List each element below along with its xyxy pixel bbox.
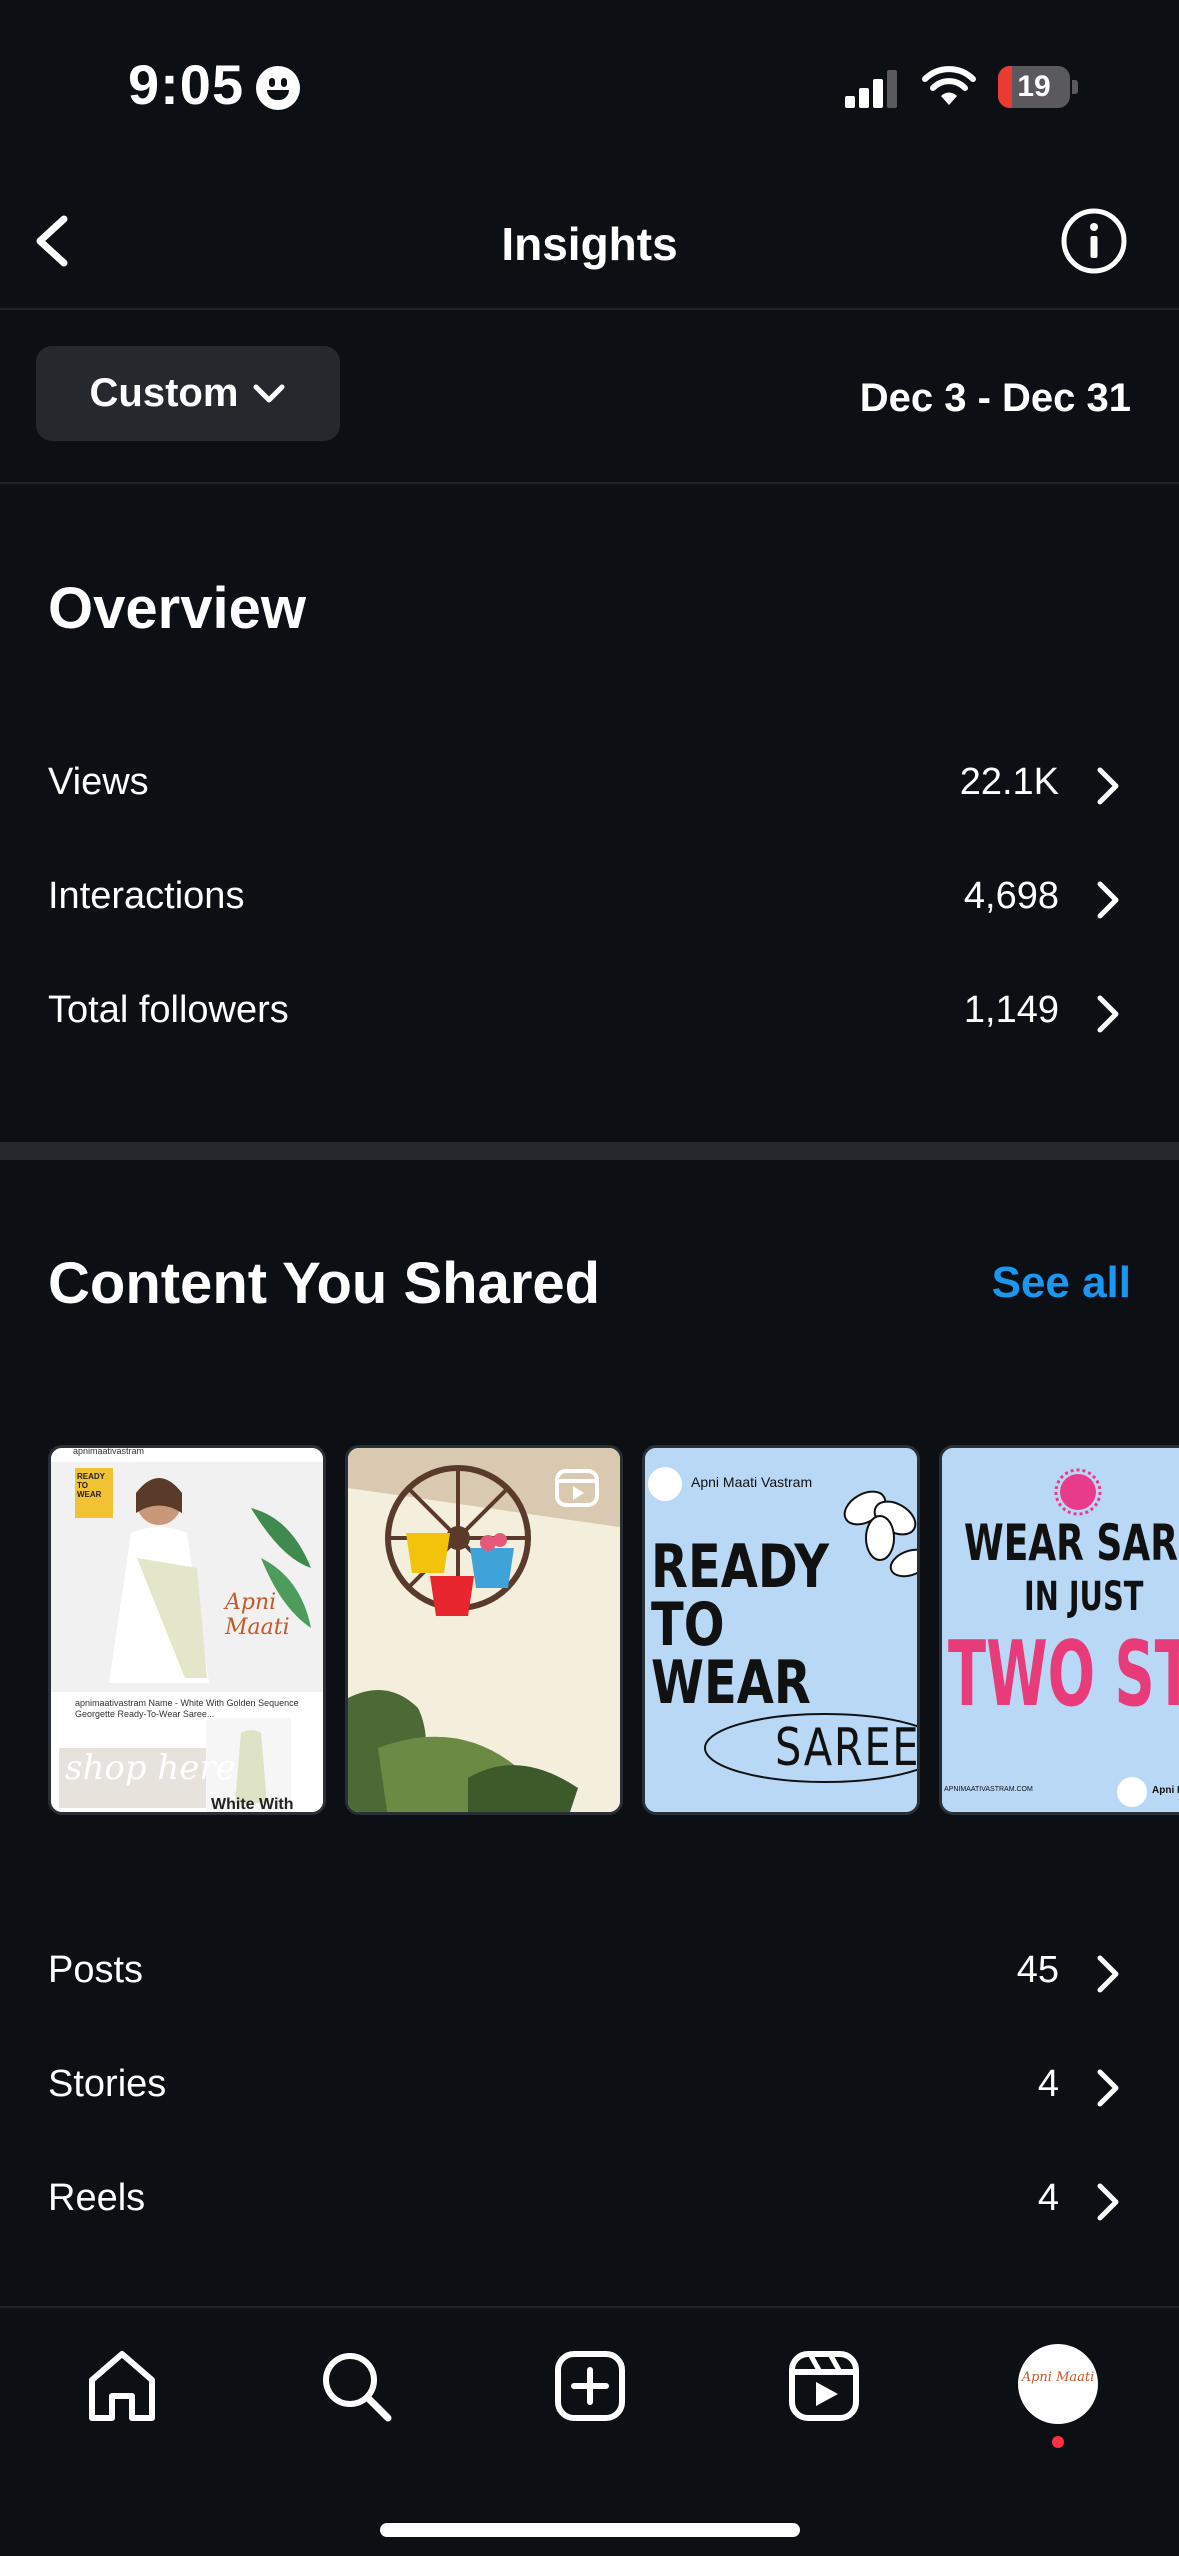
brand-logo-text: Apni Maati bbox=[225, 1590, 290, 1640]
chevron-right-icon bbox=[1097, 767, 1119, 805]
content-thumbnail-3[interactable]: Apni Maati Vastram READY TO WEAR SAREE bbox=[642, 1445, 920, 1815]
avatar-logo-text: Apni Maati bbox=[1021, 2370, 1095, 2385]
thumbnail-caption: apnimaativastram Name - White With Golde… bbox=[75, 1698, 299, 1719]
overview-row-views[interactable]: Views 22.1K bbox=[0, 735, 1179, 835]
smiley-icon bbox=[256, 66, 300, 110]
chevron-right-icon bbox=[1097, 881, 1119, 919]
see-all-link[interactable]: See all bbox=[992, 1258, 1131, 1308]
thumbnail-handle: apnimaativastram bbox=[73, 1446, 145, 1456]
notification-dot bbox=[1052, 2436, 1064, 2448]
overview-title: Overview bbox=[48, 576, 306, 641]
status-bar: 9:05 19 bbox=[0, 0, 1179, 175]
home-icon[interactable] bbox=[82, 2346, 162, 2426]
row-label: Views bbox=[48, 761, 149, 803]
content-thumbnails: apnimaativastram READY TO WEAR Apni Maat… bbox=[48, 1445, 1179, 1815]
headline-line-1: READY bbox=[651, 1532, 830, 1602]
reels-icon[interactable] bbox=[784, 2346, 864, 2426]
headline-line-2: IN JUST bbox=[1024, 1574, 1144, 1620]
chevron-down-icon bbox=[253, 384, 285, 402]
header: Insights bbox=[0, 175, 1179, 310]
date-range-text: Dec 3 - Dec 31 bbox=[859, 376, 1131, 420]
row-label: Posts bbox=[48, 1949, 144, 1991]
row-value: 1,149 bbox=[963, 989, 1059, 1031]
row-value: 4,698 bbox=[963, 875, 1059, 917]
battery-percent: 19 bbox=[1017, 70, 1051, 103]
chevron-right-icon bbox=[1097, 995, 1119, 1033]
overview-row-total-followers[interactable]: Total followers 1,149 bbox=[0, 963, 1179, 1063]
info-icon[interactable] bbox=[1060, 207, 1128, 275]
row-value: 4 bbox=[1037, 2063, 1059, 2105]
content-row-reels[interactable]: Reels 4 bbox=[0, 2151, 1179, 2251]
chevron-right-icon bbox=[1097, 2069, 1119, 2107]
page-title: Insights bbox=[501, 218, 678, 270]
thumbnail-url: APNIMAATIVASTRAM.COM bbox=[944, 1786, 1033, 1793]
custom-range-button[interactable]: Custom bbox=[36, 346, 340, 441]
chevron-right-icon bbox=[1097, 1955, 1119, 1993]
shop-here-text: shop here bbox=[65, 1748, 236, 1788]
date-range-row: Custom Dec 3 - Dec 31 bbox=[0, 310, 1179, 484]
row-value: 45 bbox=[1016, 1949, 1059, 1991]
headline-line-1: WEAR SAREE bbox=[964, 1514, 1179, 1572]
content-thumbnail-1[interactable]: apnimaativastram READY TO WEAR Apni Maat… bbox=[48, 1445, 326, 1815]
headline-line-3: TWO STEPS bbox=[948, 1622, 1179, 1727]
content-thumbnail-2[interactable] bbox=[345, 1445, 623, 1815]
content-thumbnail-4[interactable]: WEAR SAREE IN JUST TWO STEPS APNIMAATIVA… bbox=[939, 1445, 1179, 1815]
status-time: 9:05 bbox=[128, 53, 245, 116]
saree-script-text: SAREE bbox=[775, 1718, 920, 1778]
reel-icon bbox=[555, 1469, 599, 1507]
thumbnail-footer: White With bbox=[211, 1796, 294, 1813]
create-icon[interactable] bbox=[550, 2346, 630, 2426]
content-row-posts[interactable]: Posts 45 bbox=[0, 1923, 1179, 2023]
thumbnail-brand: Apni M bbox=[1152, 1785, 1179, 1796]
custom-range-label: Custom bbox=[89, 371, 239, 415]
content-row-stories[interactable]: Stories 4 bbox=[0, 2037, 1179, 2137]
thumbnail-brand: Apni Maati Vastram bbox=[691, 1474, 813, 1490]
row-label: Stories bbox=[48, 2063, 167, 2105]
row-label: Reels bbox=[48, 2177, 146, 2219]
profile-avatar[interactable]: Apni Maati bbox=[1018, 2344, 1098, 2424]
content-title: Content You Shared bbox=[48, 1251, 601, 1316]
bottom-navigation: Apni Maati bbox=[0, 2306, 1179, 2556]
row-value: 4 bbox=[1037, 2177, 1059, 2219]
ready-to-wear-badge: READY TO WEAR bbox=[77, 1472, 105, 1499]
row-label: Total followers bbox=[48, 989, 289, 1031]
headline-line-2: TO bbox=[651, 1590, 725, 1660]
home-indicator bbox=[380, 2523, 800, 2537]
chevron-right-icon bbox=[1097, 2183, 1119, 2221]
overview-row-interactions[interactable]: Interactions 4,698 bbox=[0, 849, 1179, 949]
section-divider bbox=[0, 1142, 1179, 1160]
headline-line-3: WEAR bbox=[651, 1648, 811, 1718]
wifi-icon bbox=[922, 66, 976, 105]
cellular-signal-icon bbox=[845, 70, 897, 108]
search-icon[interactable] bbox=[316, 2346, 396, 2426]
battery-icon: 19 bbox=[998, 66, 1078, 108]
row-value: 22.1K bbox=[959, 761, 1059, 803]
row-label: Interactions bbox=[48, 875, 245, 917]
